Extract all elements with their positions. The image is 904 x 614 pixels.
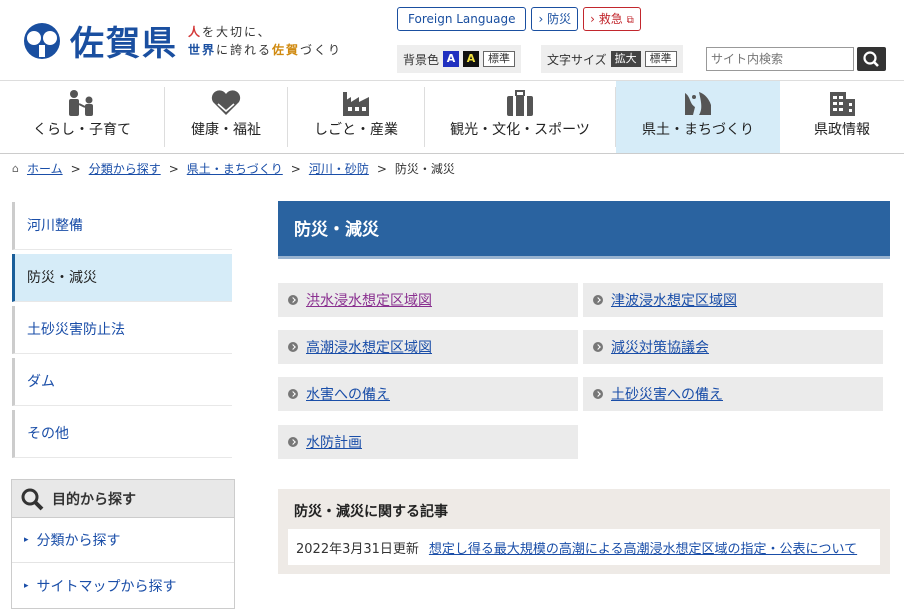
external-link-icon: ⧉ — [626, 15, 634, 26]
link-item[interactable]: 洪水浸水想定区域図 — [278, 283, 578, 317]
nav-label: 観光・文化・スポーツ — [450, 122, 590, 138]
nav-item-land[interactable]: 県土・まちづくり — [616, 81, 780, 153]
building-icon — [830, 92, 855, 116]
nav-label: 健康・福祉 — [191, 122, 261, 138]
link-flood-preparation[interactable]: 水害への備え — [306, 384, 390, 404]
nav-item-tourism[interactable]: 観光・文化・スポーツ — [425, 81, 615, 153]
related-articles: 防災・減災に関する記事 2022年3月31日更新 想定し得る最大規模の高潮による… — [278, 489, 890, 574]
site-header: 佐賀県 人を大切に、 世界に誇れる佐賀づくり Foreign Language … — [0, 0, 904, 80]
font-large-button[interactable]: 拡大 — [610, 51, 641, 67]
arrow-circle-icon — [288, 342, 298, 352]
family-icon — [69, 90, 93, 116]
breadcrumb-separator: > — [70, 161, 81, 176]
purpose-link-sitemap[interactable]: ▸ サイトマップから探す — [12, 563, 234, 608]
arrow-circle-icon — [593, 389, 603, 399]
disaster-prevention-button[interactable]: › 防災 — [531, 7, 579, 31]
arrow-circle-icon — [288, 437, 298, 447]
arrow-circle-icon — [593, 295, 603, 305]
nav-item-living[interactable]: くらし・子育て — [0, 81, 164, 153]
bg-standard-button[interactable]: 標準 — [483, 51, 516, 67]
luggage-icon — [507, 90, 533, 116]
link-item[interactable]: 水害への備え — [278, 377, 578, 411]
breadcrumb: ⌂ ホーム > 分類から探す > 県土・まちづくり > 河川・砂防 > 防災・減… — [12, 160, 455, 177]
background-color-tools: 背景色 A A 標準 — [397, 45, 522, 73]
articles-title: 防災・減災に関する記事 — [294, 504, 448, 520]
purpose-link-label: サイトマップから探す — [36, 578, 177, 595]
breadcrumb-home[interactable]: ホーム — [27, 160, 63, 177]
caret-right-icon: ▸ — [24, 535, 29, 545]
sidebar-item-disaster[interactable]: 防災・減災 — [12, 254, 232, 302]
foreign-language-button[interactable]: Foreign Language — [397, 7, 527, 31]
home-icon: ⌂ — [12, 162, 19, 175]
bg-yellow-button[interactable]: A — [463, 51, 480, 67]
link-flood-fighting-plan[interactable]: 水防計画 — [306, 432, 362, 452]
nav-item-government[interactable]: 県政情報 — [780, 81, 904, 153]
heart-hands-icon — [211, 90, 241, 115]
breadcrumb-current: 防災・減災 — [394, 162, 455, 176]
link-council[interactable]: 減災対策協議会 — [611, 337, 709, 357]
sidebar-item-dam[interactable]: ダム — [12, 358, 232, 406]
sidebar-item-river[interactable]: 河川整備 — [12, 202, 232, 250]
breadcrumb-separator: > — [168, 161, 179, 176]
purpose-title: 目的から探す — [52, 491, 136, 508]
bg-color-label: 背景色 — [403, 52, 440, 67]
arrow-circle-icon — [593, 342, 603, 352]
link-storm-surge-map[interactable]: 高潮浸水想定区域図 — [306, 337, 432, 357]
link-item[interactable]: 高潮浸水想定区域図 — [278, 330, 578, 364]
link-item[interactable]: 水防計画 — [278, 425, 578, 459]
breadcrumb-separator: > — [376, 161, 387, 176]
breadcrumb-river[interactable]: 河川・砂防 — [309, 160, 369, 177]
breadcrumb-category[interactable]: 分類から探す — [89, 160, 161, 177]
emergency-button[interactable]: › 救急 ⧉ — [583, 7, 641, 31]
search-button[interactable] — [857, 47, 886, 71]
purpose-header: 目的から探す — [12, 480, 234, 518]
font-size-tools: 文字サイズ 拡大 標準 — [541, 45, 683, 73]
nav-label: くらし・子育て — [33, 122, 131, 138]
nav-item-health[interactable]: 健康・福祉 — [165, 81, 287, 153]
top-buttons: Foreign Language › 防災 › 救急 ⧉ — [397, 7, 641, 31]
breadcrumb-separator: > — [290, 161, 301, 176]
sidebar-item-sediment-law[interactable]: 土砂災害防止法 — [12, 306, 232, 354]
link-item[interactable]: 土砂災害への備え — [583, 377, 883, 411]
font-standard-button[interactable]: 標準 — [644, 51, 677, 67]
breadcrumb-land[interactable]: 県土・まちづくり — [187, 160, 283, 177]
link-flood-map[interactable]: 洪水浸水想定区域図 — [306, 290, 432, 310]
article-link[interactable]: 想定し得る最大規模の高潮による高潮浸水想定区域の指定・公表について — [429, 538, 857, 557]
link-sediment-preparation[interactable]: 土砂災害への備え — [611, 384, 723, 404]
link-item[interactable]: 津波浸水想定区域図 — [583, 283, 883, 317]
landscape-icon — [685, 92, 711, 115]
font-size-label: 文字サイズ — [547, 52, 607, 67]
search-icon — [863, 51, 879, 67]
site-logo[interactable]: 佐賀県 人を大切に、 世界に誇れる佐賀づくり — [20, 16, 342, 65]
nav-label: しごと・産業 — [314, 122, 398, 138]
purpose-link-category[interactable]: ▸ 分類から探す — [12, 518, 234, 563]
slogan: 人を大切に、 世界に誇れる佐賀づくり — [188, 24, 343, 57]
purpose-link-label: 分類から探す — [36, 533, 121, 549]
caret-right-icon: ▸ — [24, 580, 29, 591]
arrow-circle-icon — [288, 389, 298, 399]
page-title: 防災・減災 — [278, 201, 890, 259]
article-row: 2022年3月31日更新 想定し得る最大規模の高潮による高潮浸水想定区域の指定・… — [288, 529, 880, 565]
logo-text: 佐賀県 — [70, 24, 178, 64]
sidebar-item-other[interactable]: その他 — [12, 410, 232, 458]
saga-emblem-icon — [20, 21, 64, 61]
site-search — [706, 47, 886, 71]
purpose-search-box: 目的から探す ▸ 分類から探す ▸ サイトマップから探す — [11, 479, 235, 609]
global-nav: くらし・子育て 健康・福祉 しごと・産業 観光・文化・スポーツ 県土・まちづくり… — [0, 80, 904, 154]
sidebar-nav: 河川整備 防災・減災 土砂災害防止法 ダム その他 — [12, 202, 232, 462]
nav-item-work[interactable]: しごと・産業 — [288, 81, 424, 153]
factory-icon — [343, 92, 369, 116]
link-tsunami-map[interactable]: 津波浸水想定区域図 — [611, 290, 737, 310]
link-item[interactable]: 減災対策協議会 — [583, 330, 883, 364]
bg-blue-button[interactable]: A — [443, 51, 460, 67]
nav-label: 県政情報 — [814, 122, 870, 138]
nav-label: 県土・まちづくり — [642, 122, 754, 138]
magnifier-icon — [21, 488, 44, 510]
arrow-circle-icon — [288, 295, 298, 305]
article-date: 2022年3月31日更新 — [296, 541, 419, 557]
search-input[interactable] — [706, 47, 854, 71]
